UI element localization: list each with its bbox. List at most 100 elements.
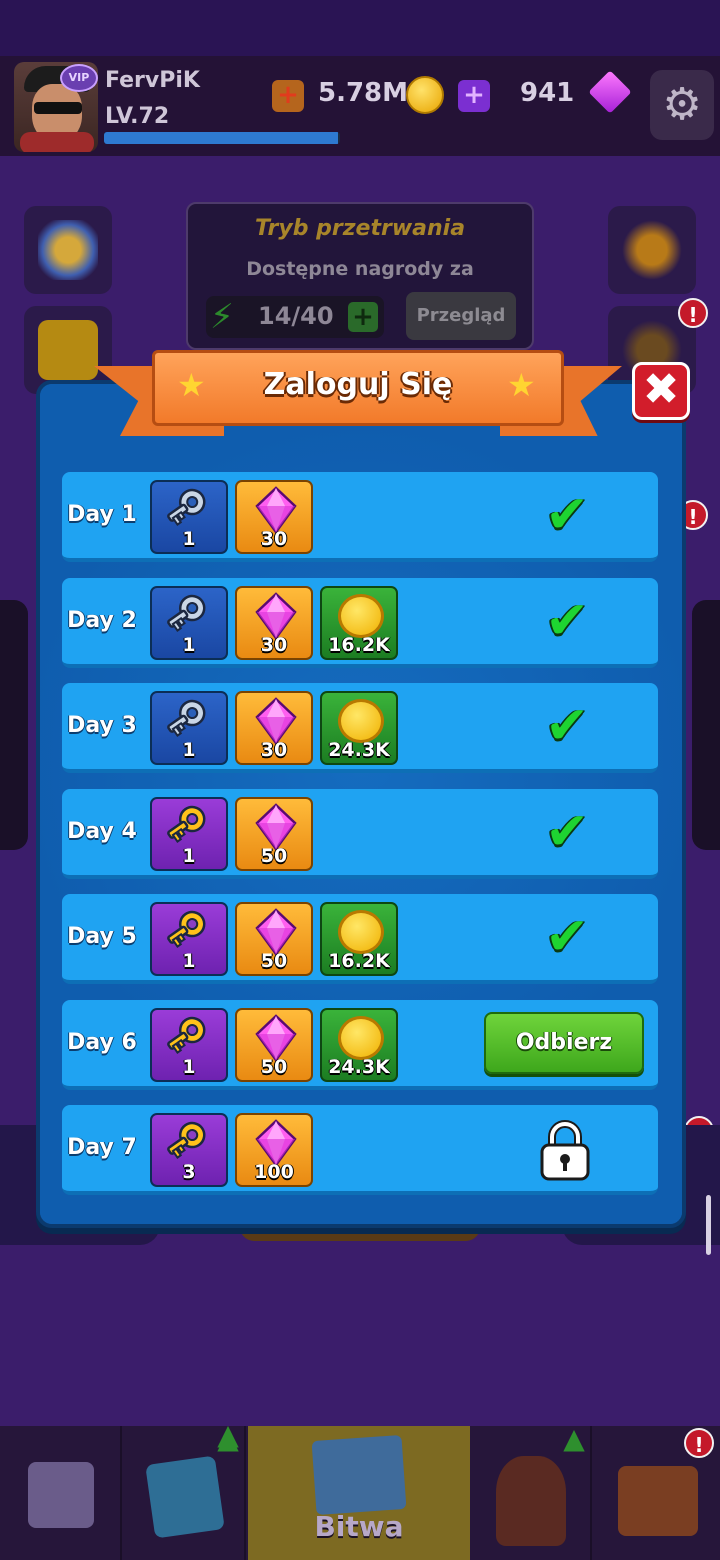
add-gems-button[interactable]: + (458, 80, 490, 112)
scroll-indicator[interactable] (706, 1195, 711, 1255)
nav-battle[interactable]: Bitwa ▲ (217, 1420, 470, 1560)
dialog-title: Zaloguj Się (263, 367, 453, 402)
gem-icon (253, 697, 299, 746)
player-name: FervPiK (105, 68, 200, 93)
gem-icon (253, 803, 299, 852)
player-top-bar: VIP FervPiK LV.72 + 5.78M + 941 ⚙ (0, 56, 720, 156)
coins-amount: 5.78M (318, 78, 409, 108)
coin-icon (338, 594, 384, 638)
key-reward: 1 (150, 797, 228, 871)
coin-icon (338, 699, 384, 743)
crown-shield-icon (38, 220, 98, 280)
gem-reward: 50 (235, 902, 313, 976)
gold-key-icon (166, 1014, 216, 1060)
xp-progress-fill (104, 132, 338, 144)
day-label: Day 6 (67, 1030, 137, 1055)
ticket-icon (38, 320, 98, 380)
gems-amount: 941 (520, 78, 575, 108)
trophy-icon (622, 220, 682, 280)
gem-icon (588, 70, 632, 114)
map-icon (311, 1434, 407, 1516)
gem-count: 30 (260, 528, 288, 550)
gem-count: 30 (260, 739, 288, 761)
star-icon: ★ (507, 366, 536, 404)
cards-icon (145, 1455, 225, 1539)
claim-button[interactable]: Odbierz (484, 1012, 644, 1074)
energy-value: 14/40 (258, 302, 334, 330)
day-label: Day 4 (67, 819, 137, 844)
day-label: Day 2 (67, 608, 137, 633)
alert-badge: ! (684, 1428, 714, 1458)
system-status-bar (0, 0, 720, 56)
survival-mode-subtitle: Dostępne nagrody za (246, 258, 474, 280)
gem-count: 30 (260, 634, 288, 656)
day-label: Day 7 (67, 1135, 137, 1160)
gem-icon (253, 1119, 299, 1168)
add-coins-button[interactable]: + (272, 80, 304, 112)
coin-count: 16.2K (328, 634, 390, 656)
day-label: Day 5 (67, 924, 137, 949)
key-count: 1 (182, 634, 196, 656)
key-count: 1 (182, 845, 196, 867)
key-reward: 1 (150, 586, 228, 660)
trophy-button[interactable] (608, 206, 696, 294)
coin-reward: 24.3K (320, 1008, 398, 1082)
review-button[interactable]: Przegląd (406, 292, 516, 340)
energy-counter: ⚡ 14/40 + (206, 296, 384, 338)
dialog-title-ribbon: ★ Zaloguj Się ★ (152, 350, 564, 426)
close-dialog-button[interactable]: ✖ (632, 362, 690, 420)
gem-count: 50 (260, 845, 288, 867)
claimed-checkmark-icon: ✔ (545, 591, 589, 651)
day-row: Day 4 1 50 ✔ (62, 789, 658, 879)
key-reward: 3 (150, 1113, 228, 1187)
nav-shop[interactable] (0, 1426, 122, 1560)
survival-mode-title: Tryb przetrwania (254, 216, 466, 241)
gem-reward: 50 (235, 1008, 313, 1082)
coin-icon (338, 1016, 384, 1060)
day-label: Day 3 (67, 713, 137, 738)
gem-count: 100 (254, 1161, 294, 1183)
settings-gear-icon[interactable]: ⚙ (650, 70, 714, 140)
alert-badge: ! (678, 298, 708, 328)
coin-reward: 16.2K (320, 586, 398, 660)
gem-count: 50 (260, 1056, 288, 1078)
gem-reward: 30 (235, 691, 313, 765)
player-level: LV.72 (105, 104, 170, 129)
upgrade-arrow-icon: ▲ (563, 1422, 585, 1455)
key-reward: 1 (150, 1008, 228, 1082)
xp-progress-bar (104, 132, 340, 144)
key-count: 1 (182, 528, 196, 550)
key-reward: 1 (150, 480, 228, 554)
key-reward: 1 (150, 691, 228, 765)
event-chest-icon (618, 1466, 698, 1536)
nav-heroes[interactable]: ▲ (470, 1422, 592, 1560)
day-row: Day 1 1 30 ✔ (62, 472, 658, 562)
key-reward: 1 (150, 902, 228, 976)
rank-crown-button[interactable] (24, 206, 112, 294)
gem-icon (253, 908, 299, 957)
coin-icon (338, 910, 384, 954)
gem-icon (253, 486, 299, 535)
silver-key-icon (166, 486, 216, 532)
lightning-icon: ⚡ (210, 297, 234, 337)
day-row: Day 2 1 30 16.2K ✔ (62, 578, 658, 668)
coin-reward: 16.2K (320, 902, 398, 976)
coin-count: 16.2K (328, 950, 390, 972)
add-energy-button[interactable]: + (348, 302, 378, 332)
claimed-checkmark-icon: ✔ (545, 696, 589, 756)
day-row: Day 7 3 100 (62, 1105, 658, 1195)
gold-key-icon (166, 803, 216, 849)
claimed-checkmark-icon: ✔ (545, 907, 589, 967)
upgrade-arrow-icon: ▲ (217, 1418, 239, 1451)
gold-key-icon (166, 1119, 216, 1165)
coin-count: 24.3K (328, 1056, 390, 1078)
coin-count: 24.3K (328, 739, 390, 761)
gem-icon (253, 592, 299, 641)
silver-key-icon (166, 697, 216, 743)
hero-icon (496, 1456, 566, 1546)
nav-events[interactable]: ! (594, 1426, 716, 1560)
key-count: 1 (182, 950, 196, 972)
right-edge-panel (692, 600, 720, 850)
coin-icon (406, 76, 444, 114)
gem-reward: 30 (235, 586, 313, 660)
